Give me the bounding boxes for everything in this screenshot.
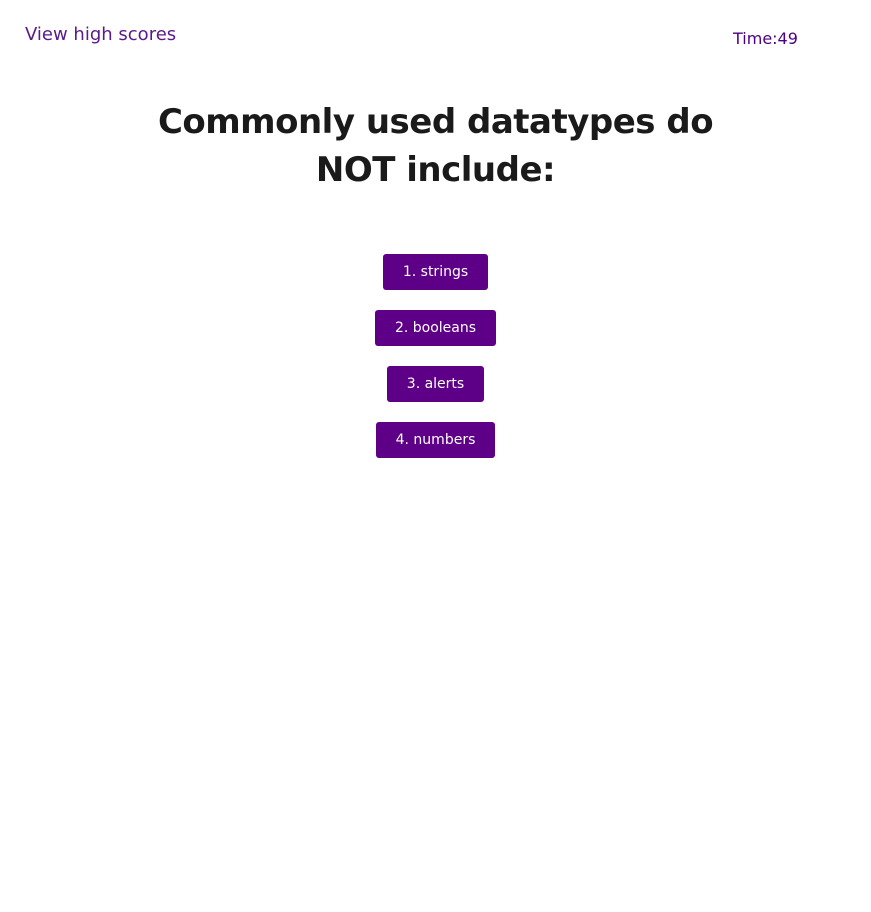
- timer-display: Time:49: [733, 29, 798, 48]
- view-high-scores-link[interactable]: View high scores: [25, 24, 176, 46]
- header: View high scores Time:49: [0, 0, 871, 60]
- choice-button-1[interactable]: 1. strings: [382, 254, 489, 290]
- choice-button-2[interactable]: 2. booleans: [374, 310, 497, 346]
- choice-button-4[interactable]: 4. numbers: [375, 422, 496, 458]
- question-title: Commonly used datatypes do NOT include:: [157, 102, 714, 190]
- choice-list: 1. strings 2. booleans 3. alerts 4. numb…: [0, 254, 871, 478]
- choice-button-3[interactable]: 3. alerts: [386, 366, 485, 402]
- quiz-section: Commonly used datatypes do NOT include: …: [0, 98, 871, 478]
